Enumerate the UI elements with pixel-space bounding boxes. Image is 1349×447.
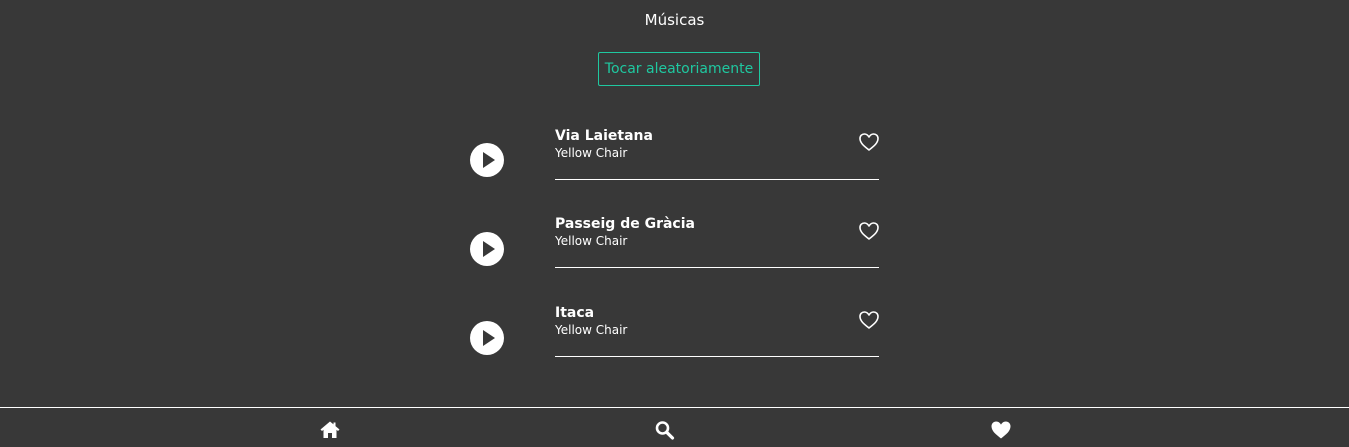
favorite-button[interactable] [858,132,880,152]
play-button[interactable] [470,321,504,355]
song-divider [555,267,879,268]
heart-outline-icon [859,133,879,151]
bottom-nav [0,407,1349,447]
song-divider [555,356,879,357]
play-icon [483,152,495,168]
heart-outline-icon [859,222,879,240]
heart-outline-icon [859,311,879,329]
play-button[interactable] [470,232,504,266]
song-divider [555,179,879,180]
favorite-button[interactable] [858,310,880,330]
search-icon [655,421,675,440]
song-title: Via Laietana [555,128,653,144]
song-artist: Yellow Chair [555,323,628,337]
play-icon [483,241,495,257]
song-title: Itaca [555,305,595,321]
song-title: Passeig de Gràcia [555,216,695,232]
song-list: Via Laietana Yellow Chair Passeig de Grà… [0,0,1349,400]
home-icon [320,421,340,438]
nav-search-button[interactable] [654,420,676,440]
play-icon [483,330,495,346]
song-artist: Yellow Chair [555,146,628,160]
nav-favorites-button[interactable] [990,420,1012,440]
favorite-button[interactable] [858,221,880,241]
page: Músicas Tocar aleatoriamente Via Laietan… [0,0,1349,447]
song-item: Itaca Yellow Chair [0,0,1349,357]
heart-icon [991,421,1011,439]
play-button[interactable] [470,143,504,177]
nav-home-button[interactable] [319,420,341,440]
song-artist: Yellow Chair [555,234,628,248]
